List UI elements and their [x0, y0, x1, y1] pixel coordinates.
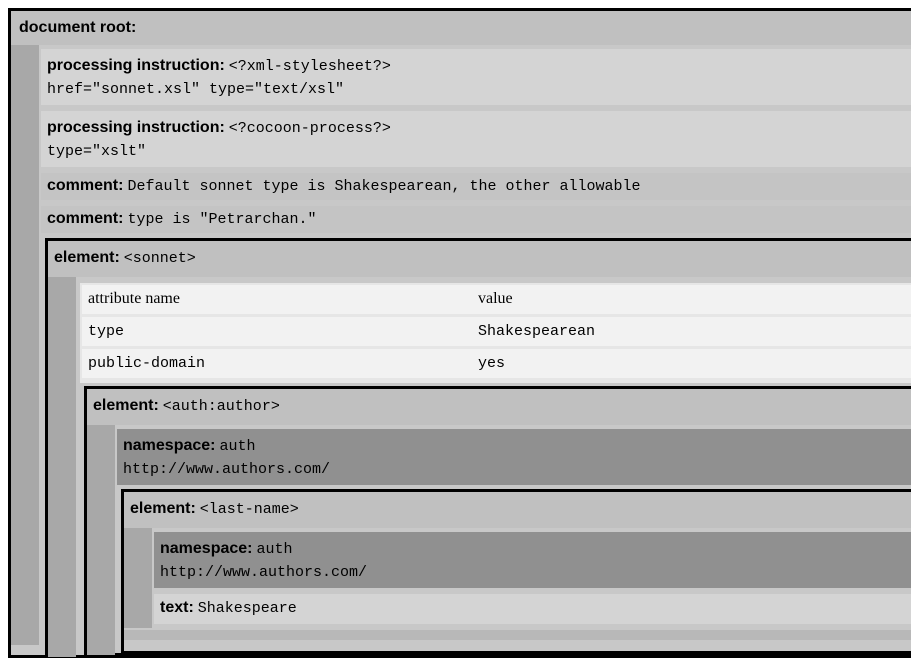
lastname-text-node: text: Shakespeare [154, 594, 911, 624]
text-node-value: Shakespeare [197, 600, 297, 617]
pi-1-label: processing instruction: [47, 57, 225, 74]
comment-2-text: type is "Petrarchan." [127, 211, 317, 228]
pi-2-label: processing instruction: [47, 119, 225, 136]
attribute-row-value: yes [478, 355, 506, 372]
lastname-namespace: namespace: auth http://www.authors.com/ [154, 532, 911, 588]
comment-2: comment: type is "Petrarchan." [41, 206, 911, 233]
lastname-element-tag: <last-name> [199, 501, 299, 518]
document-root-indent [11, 45, 39, 645]
lastname-indent [124, 528, 152, 628]
processing-instruction-2: processing instruction: <?cocoon-process… [41, 111, 911, 167]
author-namespace-uri: http://www.authors.com/ [123, 461, 331, 478]
sonnet-element-label: element: [54, 249, 120, 266]
document-root-label: document root: [19, 19, 137, 36]
attribute-value-header: value [478, 290, 513, 307]
attribute-row-name: public-domain [88, 355, 206, 372]
author-indent [87, 425, 115, 655]
lastname-element-label: element: [130, 500, 196, 517]
pi-1-data: href="sonnet.xsl" type="text/xsl" [47, 81, 345, 98]
attribute-row: type Shakespearean [82, 317, 911, 346]
author-element-label: element: [93, 397, 159, 414]
author-namespace-label: namespace: [123, 437, 216, 454]
text-node-label: text: [160, 599, 194, 616]
author-element-tag: <auth:author> [162, 398, 280, 415]
lastname-element-header: element: <last-name> [124, 492, 911, 528]
sonnet-indent [48, 277, 76, 657]
comment-1-text: Default sonnet type is Shakespearean, th… [127, 178, 641, 195]
comment-1: comment: Default sonnet type is Shakespe… [41, 173, 911, 200]
attribute-name-header: attribute name [88, 290, 180, 307]
pi-2-target: <?cocoon-process?> [228, 120, 391, 137]
lastname-namespace-label: namespace: [160, 540, 253, 557]
author-namespace: namespace: auth http://www.authors.com/ [117, 429, 911, 485]
sonnet-element-tag: <sonnet> [123, 250, 196, 267]
processing-instruction-1: processing instruction: <?xml-stylesheet… [41, 49, 911, 105]
next-node-bar [124, 630, 911, 640]
attribute-row-value: Shakespearean [478, 323, 596, 340]
attribute-table-header-row: attribute name value [82, 285, 911, 314]
sonnet-element-header: element: <sonnet> [48, 241, 911, 277]
author-namespace-prefix: auth [219, 438, 256, 455]
document-root-header: document root: [11, 11, 911, 45]
lastname-namespace-prefix: auth [256, 541, 293, 558]
pi-1-target: <?xml-stylesheet?> [228, 58, 391, 75]
pi-2-data: type="xslt" [47, 143, 147, 160]
author-element-header: element: <auth:author> [87, 389, 911, 425]
lastname-namespace-uri: http://www.authors.com/ [160, 564, 368, 581]
comment-1-label: comment: [47, 177, 124, 194]
comment-2-label: comment: [47, 210, 124, 227]
attribute-row-name: type [88, 323, 125, 340]
attribute-row: public-domain yes [82, 349, 911, 378]
